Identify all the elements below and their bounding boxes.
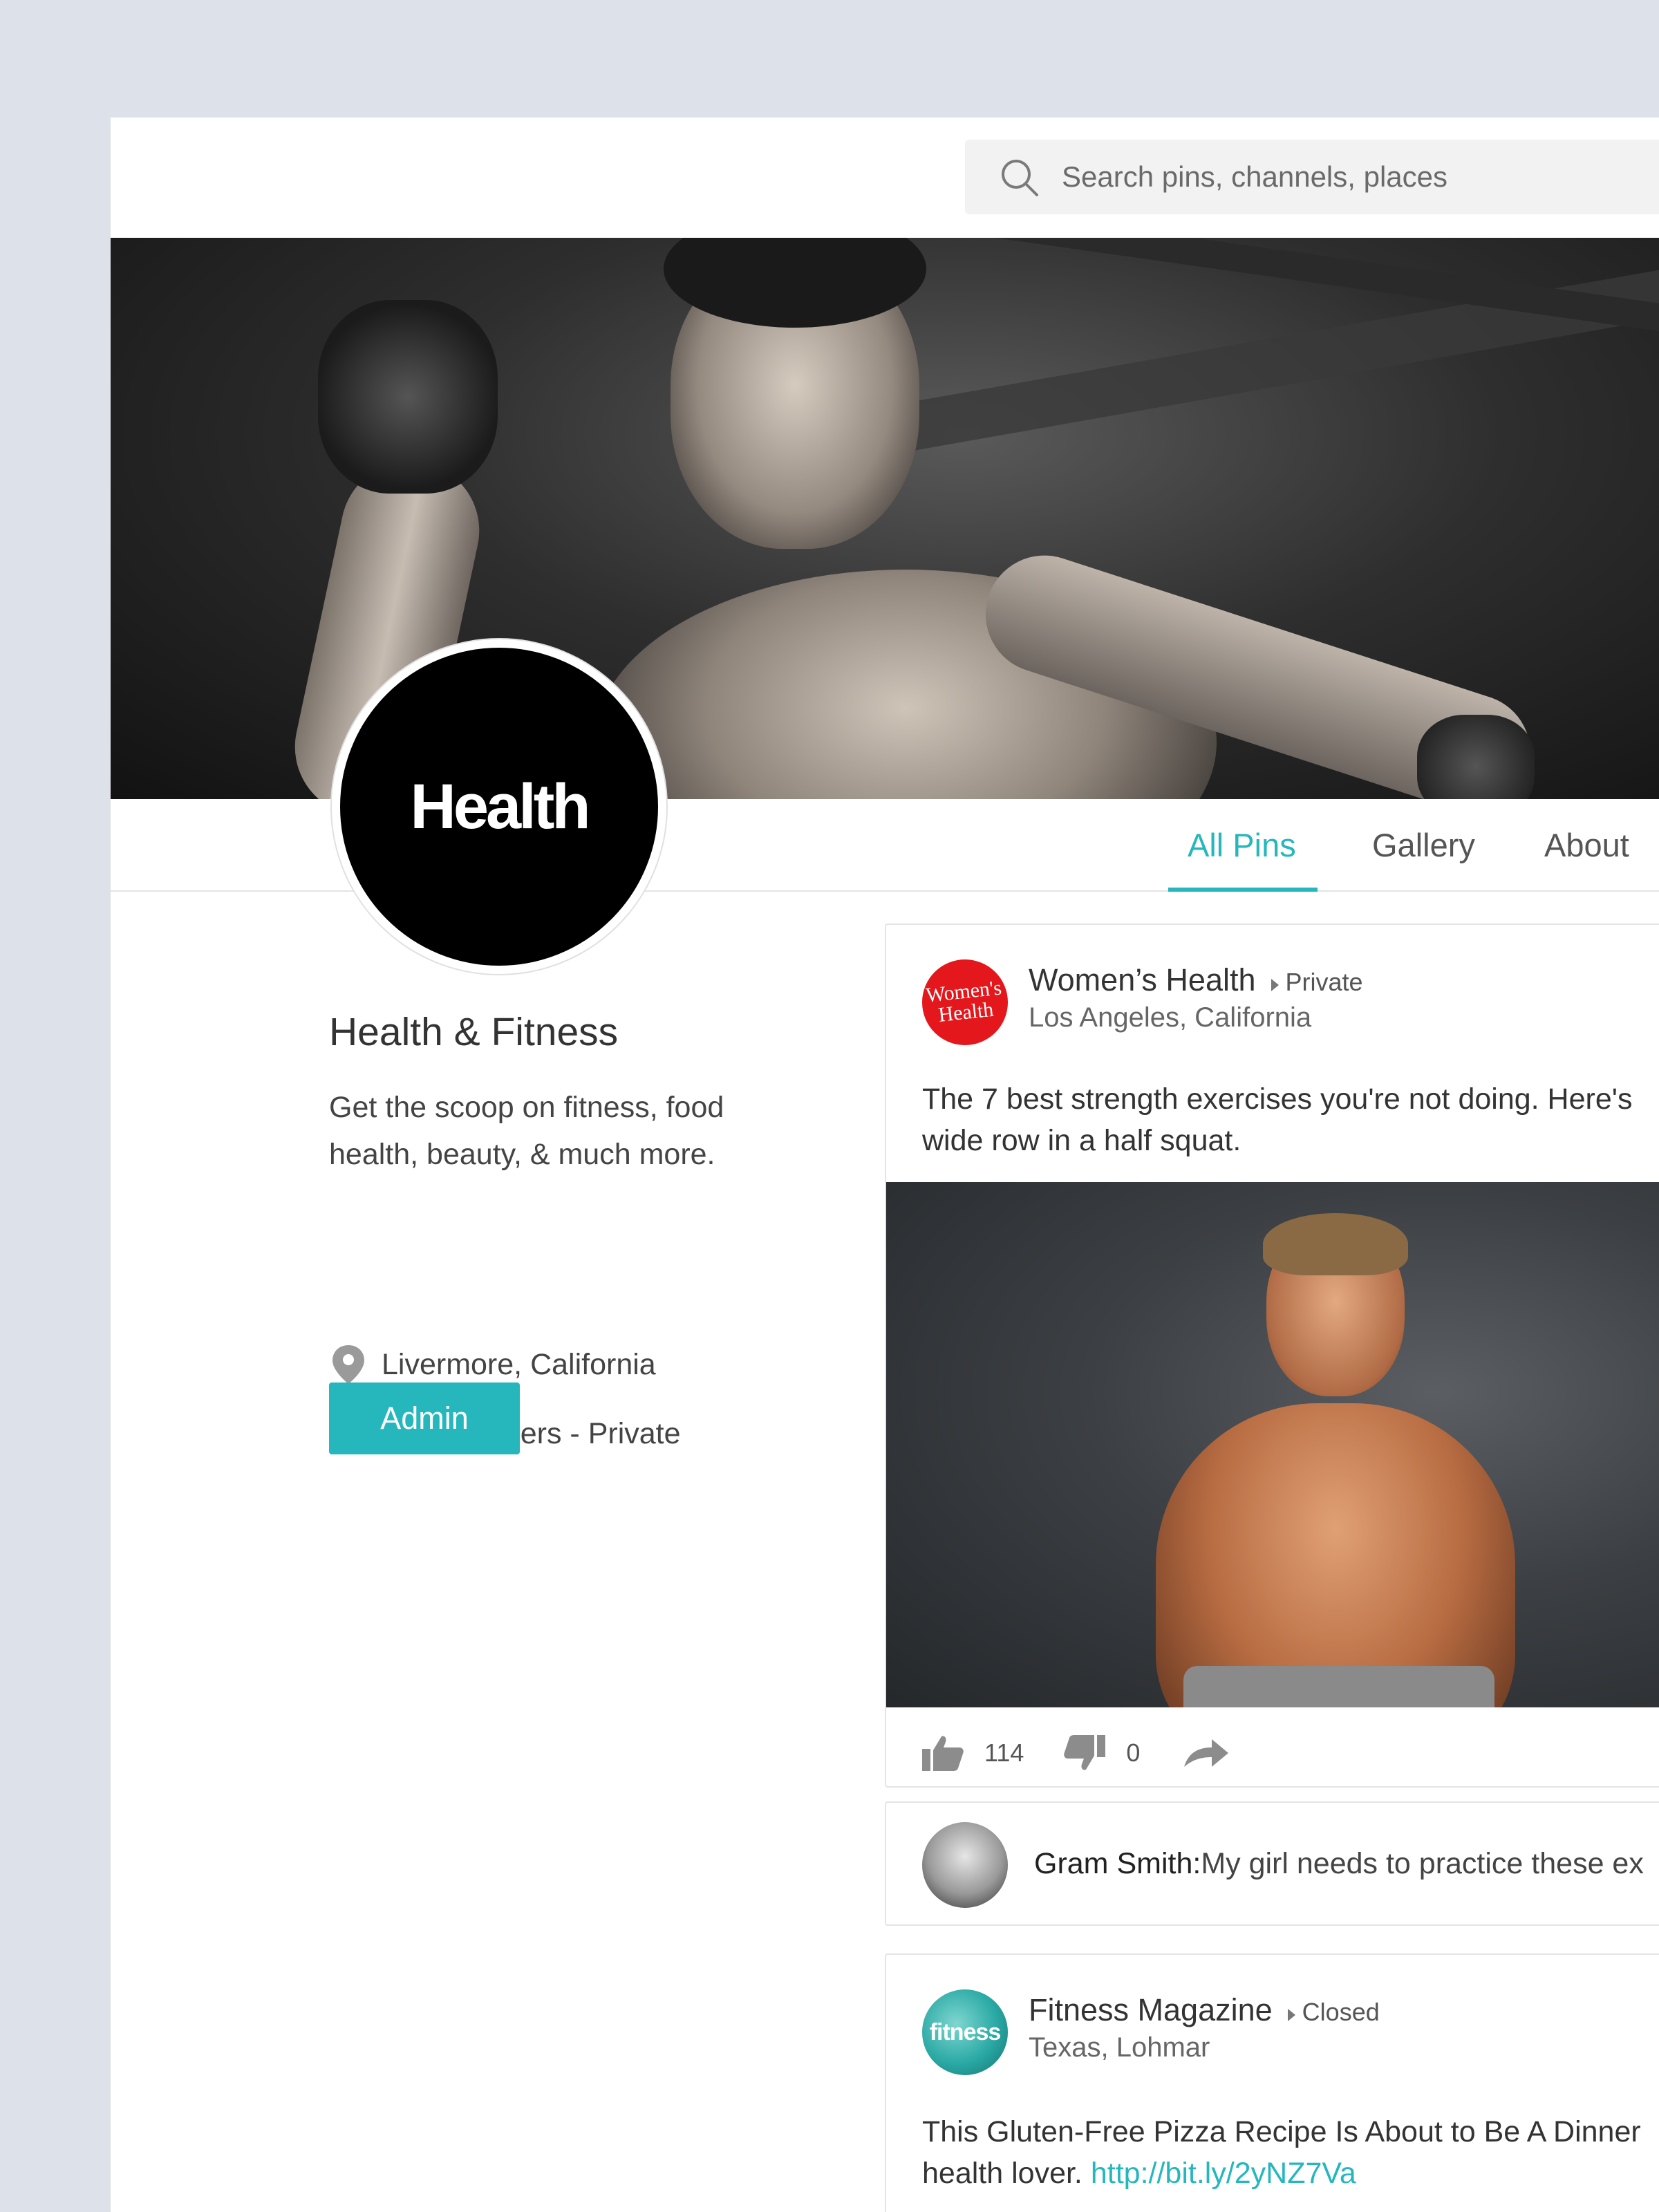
post-meta: Fitness Magazine Closed Texas, Lohmar — [1029, 1992, 1380, 2063]
post-header: fitness Fitness Magazine Closed Texas, Lo… — [922, 1989, 1380, 2075]
dislike-count: 0 — [1126, 1738, 1141, 1767]
location-pin-icon — [329, 1345, 368, 1384]
group-avatar-text: Health — [410, 771, 590, 842]
like-button[interactable]: 114 — [921, 1734, 1024, 1772]
app-window: All Pins Gallery About Health Health & F… — [111, 118, 1659, 2212]
search-input[interactable] — [1062, 140, 1642, 214]
thumbs-up-icon — [922, 1736, 964, 1771]
post-text: The 7 best strength exercises you're not… — [922, 1082, 1633, 1157]
post-meta: Women’s Health Private Los Angeles, Calif… — [1029, 962, 1363, 1033]
top-bar — [111, 118, 1659, 238]
share-button[interactable] — [1181, 1736, 1230, 1770]
post-image[interactable] — [886, 1182, 1659, 1707]
commenter-avatar[interactable] — [922, 1822, 1008, 1908]
post-privacy: Private — [1285, 968, 1363, 996]
caret-right-icon — [1287, 2008, 1295, 2021]
share-icon — [1184, 1739, 1229, 1767]
comment-card[interactable]: Gram Smith:My girl needs to practice the… — [885, 1801, 1659, 1926]
post-card[interactable]: Women's Health Women’s Health Private Los… — [885, 924, 1659, 1788]
search-icon — [1002, 160, 1038, 196]
thumbs-down-icon — [1064, 1735, 1106, 1770]
like-count: 114 — [984, 1738, 1024, 1767]
post-actions: 114 0 — [921, 1734, 1271, 1772]
active-tab-indicator — [1168, 888, 1318, 892]
tab-about[interactable]: About — [1544, 799, 1629, 892]
fitness-logo-text: fitness — [929, 2018, 1002, 2045]
comment-body: My girl needs to practice these ex — [1201, 1847, 1644, 1880]
search-bar[interactable] — [965, 140, 1659, 214]
tab-all-pins[interactable]: All Pins — [1188, 799, 1296, 892]
group-avatar: Health — [332, 639, 666, 974]
womens-health-logo: Women's Health — [922, 959, 1008, 1045]
cover-photo — [111, 238, 1659, 799]
group-description: Get the scoop on fitness, food health, b… — [329, 1091, 724, 1171]
group-location-text: Livermore, California — [382, 1347, 656, 1381]
post-source[interactable]: Women’s Health — [1029, 962, 1256, 997]
post-source[interactable]: Fitness Magazine — [1029, 1992, 1273, 2027]
location-info: Livermore, California — [329, 1345, 656, 1384]
post-link[interactable]: http://bit.ly/2yNZ7Va — [1091, 2157, 1356, 2190]
comment-text: Gram Smith:My girl needs to practice the… — [1034, 1847, 1644, 1881]
tab-gallery[interactable]: Gallery — [1372, 799, 1475, 892]
post-text: This Gluten-Free Pizza Recipe Is About t… — [922, 2111, 1659, 2194]
comment-author[interactable]: Gram Smith: — [1034, 1847, 1201, 1880]
post-location: Los Angeles, California — [1029, 1002, 1312, 1033]
admin-button[interactable]: Admin — [329, 1382, 520, 1454]
post-privacy: Closed — [1302, 1998, 1380, 2026]
caret-right-icon — [1271, 978, 1279, 991]
post-location: Texas, Lohmar — [1029, 2032, 1210, 2063]
group-title: Health & Fitness — [329, 1010, 619, 1054]
dislike-button[interactable]: 0 — [1062, 1734, 1140, 1772]
fitness-magazine-logo: fitness — [922, 1989, 1008, 2075]
post-card[interactable]: fitness Fitness Magazine Closed Texas, Lo… — [885, 1953, 1659, 2212]
post-header: Women's Health Women’s Health Private Los… — [922, 959, 1363, 1045]
